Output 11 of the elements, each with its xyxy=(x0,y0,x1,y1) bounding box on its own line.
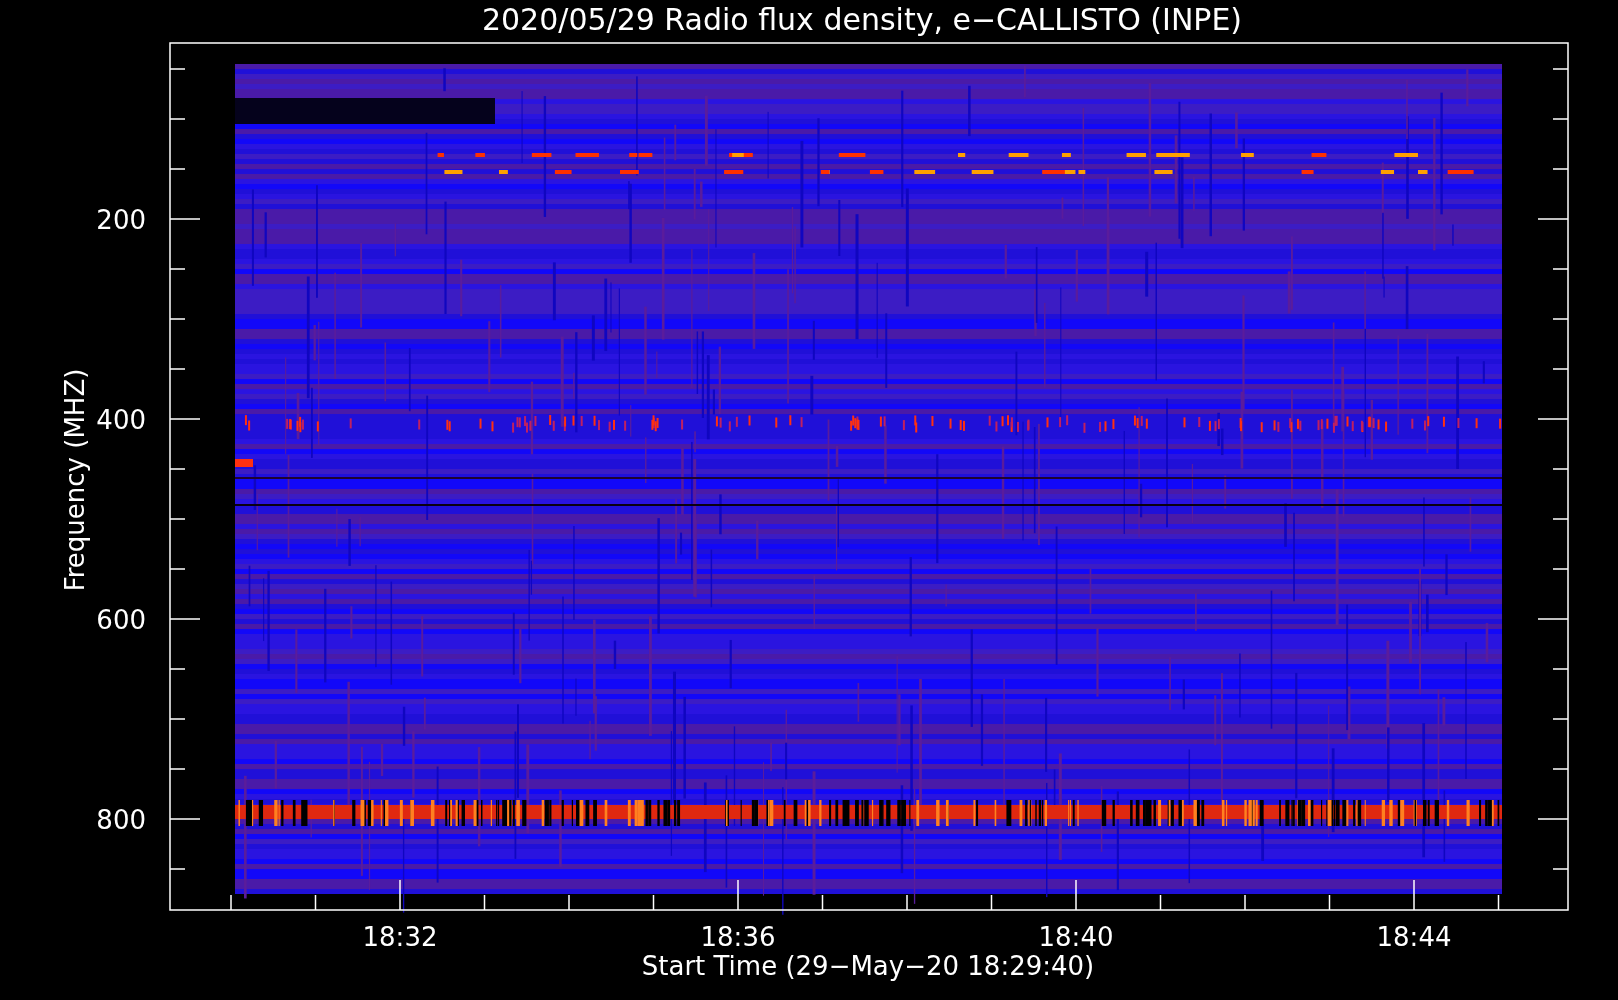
chart-title: 2020/05/29 Radio flux density, e−CALLISTO (INPE) xyxy=(481,2,1243,37)
x-tick-label: 18:44 xyxy=(1376,922,1452,952)
y-tick-label: 600 xyxy=(96,605,146,635)
x-axis-label: Start Time (29−May−20 18:29:40) xyxy=(641,951,1095,981)
y-tick-label: 200 xyxy=(96,205,146,235)
x-tick-label: 18:32 xyxy=(362,922,438,952)
x-tick-label: 18:40 xyxy=(1038,922,1114,952)
x-tick-label: 18:36 xyxy=(700,922,776,952)
y-tick-label: 800 xyxy=(96,805,146,835)
y-tick-label: 400 xyxy=(96,405,146,435)
y-axis-label: Frequency (MHZ) xyxy=(60,368,90,592)
